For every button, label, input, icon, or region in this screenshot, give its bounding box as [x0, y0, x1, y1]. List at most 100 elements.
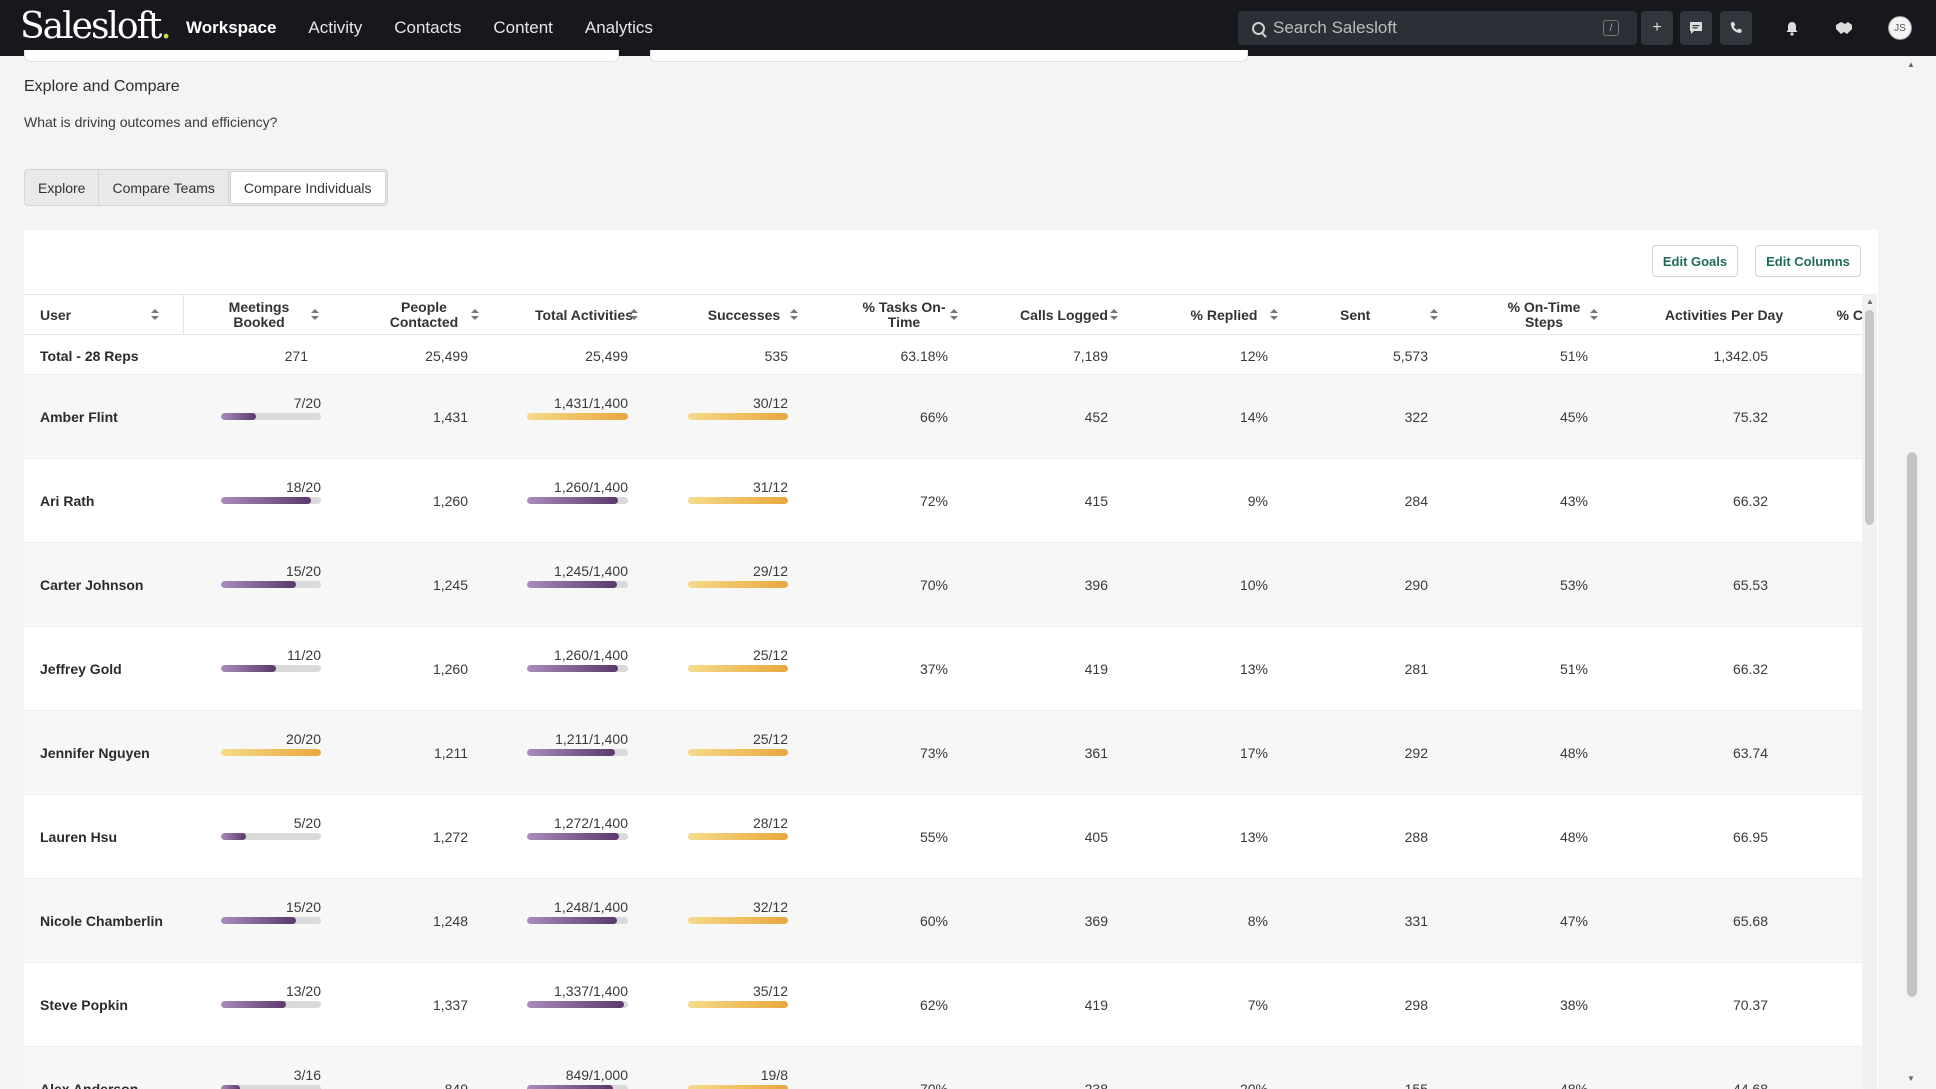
goal-progress-bar — [527, 833, 628, 840]
table-cell: 35/12 — [752, 983, 788, 999]
column-header[interactable]: Activities Per Day — [1624, 295, 1824, 335]
table-cell: 19/8 — [760, 1067, 788, 1083]
table-cell: 51% — [1559, 661, 1588, 677]
column-header[interactable]: Sent — [1304, 295, 1464, 335]
table-cell: 31/12 — [752, 479, 788, 495]
column-header[interactable]: % C — [1824, 295, 1863, 335]
sort-icon[interactable] — [1430, 309, 1438, 321]
goal-progress-bar — [688, 1085, 788, 1089]
user-name[interactable]: Ari Rath — [40, 493, 94, 509]
sort-icon[interactable] — [1270, 309, 1278, 321]
page-scrollbar-thumb[interactable] — [1907, 452, 1917, 997]
page-scroll-up-icon[interactable]: ▲ — [1907, 60, 1915, 69]
table-row[interactable]: Steve Popkin 13/20 1,337 1,337/1,400 35/12 62… — [24, 963, 1863, 1047]
column-header-label: Successes — [707, 306, 781, 323]
table-cell: 51% — [1559, 348, 1588, 364]
table-cell: 849/1,000 — [565, 1067, 628, 1083]
table-cell: 12% — [1239, 348, 1268, 364]
column-header[interactable]: People Contacted — [344, 295, 504, 335]
search-shortcut-hint: / — [1603, 20, 1619, 36]
table-cell: 10% — [1239, 577, 1268, 593]
user-name[interactable]: Amber Flint — [40, 409, 118, 425]
table-cell: 48% — [1559, 829, 1588, 845]
edit-columns-button[interactable]: Edit Columns — [1755, 245, 1861, 277]
goal-progress-bar — [527, 497, 628, 504]
user-name[interactable]: Steve Popkin — [40, 997, 128, 1013]
nav-tab-contacts[interactable]: Contacts — [378, 0, 477, 56]
column-header-label: % Tasks On-Time — [862, 299, 946, 330]
nav-tab-workspace[interactable]: Workspace — [170, 0, 293, 56]
goal-progress-fill — [688, 497, 788, 504]
sort-icon[interactable] — [151, 309, 159, 321]
goal-progress-fill — [527, 665, 618, 672]
column-header[interactable]: Successes — [664, 295, 824, 335]
salesloft-logo[interactable]: Salesloft. — [20, 6, 172, 47]
table-cell: 25,499 — [425, 348, 468, 364]
total-label: Total - 28 Reps — [40, 348, 139, 364]
user-name[interactable]: Jeffrey Gold — [40, 661, 122, 677]
table-row[interactable]: Carter Johnson 15/20 1,245 1,245/1,400 29/12… — [24, 543, 1863, 627]
nav-tab-activity[interactable]: Activity — [292, 0, 378, 56]
column-header-label: Sent — [1340, 306, 1371, 323]
sort-icon[interactable] — [790, 309, 798, 321]
sort-icon[interactable] — [950, 309, 958, 321]
table-cell: 1,260 — [432, 493, 468, 509]
table-row[interactable]: Ari Rath 18/20 1,260 1,260/1,400 31/12 72% 415… — [24, 459, 1863, 543]
goal-progress-bar — [688, 665, 788, 672]
scroll-up-icon[interactable]: ▲ — [1866, 297, 1874, 306]
goal-progress-bar — [221, 1001, 321, 1008]
table-row[interactable]: Alex Anderson 3/16 849 849/1,000 19/8 70% 238 2… — [24, 1047, 1863, 1089]
goal-progress-bar — [221, 413, 321, 420]
page-scroll-down-icon[interactable]: ▼ — [1907, 1074, 1915, 1083]
table-cell: 66% — [919, 409, 948, 425]
table-row[interactable]: Amber Flint 7/20 1,431 1,431/1,400 30/12 66% 4… — [24, 375, 1863, 459]
table-cell: 75.32 — [1732, 409, 1768, 425]
column-header[interactable]: % On-Time Steps — [1464, 295, 1624, 335]
plus-icon[interactable]: + — [1641, 11, 1673, 45]
goal-progress-bar — [527, 413, 628, 420]
table-cell: 419 — [1084, 661, 1108, 677]
sort-icon[interactable] — [630, 309, 638, 321]
column-header[interactable]: Total Activities — [504, 295, 664, 335]
table-cell: 66.32 — [1732, 661, 1768, 677]
table-scrollbar-thumb[interactable] — [1865, 310, 1874, 525]
segment-compare-individuals[interactable]: Compare Individuals — [229, 171, 386, 204]
goal-progress-fill — [688, 581, 788, 588]
goal-progress-fill — [221, 581, 296, 588]
table-row[interactable]: Lauren Hsu 5/20 1,272 1,272/1,400 28/12 55% 40… — [24, 795, 1863, 879]
table-cell: 1,248/1,400 — [554, 899, 628, 915]
user-name[interactable]: Lauren Hsu — [40, 829, 117, 845]
column-header[interactable]: Calls Logged — [984, 295, 1144, 335]
table-row[interactable]: Nicole Chamberlin 15/20 1,248 1,248/1,400 32… — [24, 879, 1863, 963]
column-header[interactable]: % Tasks On-Time — [824, 295, 984, 335]
table-cell: 1,245/1,400 — [554, 563, 628, 579]
user-name[interactable]: Nicole Chamberlin — [40, 913, 163, 929]
bell-icon[interactable] — [1780, 16, 1804, 40]
sort-icon[interactable] — [1590, 309, 1598, 321]
search-input[interactable]: Search Salesloft / — [1238, 11, 1637, 45]
user-name[interactable]: Carter Johnson — [40, 577, 143, 593]
search-icon — [1252, 21, 1265, 35]
nav-tab-content[interactable]: Content — [477, 0, 569, 56]
goal-progress-bar — [527, 665, 628, 672]
user-name[interactable]: Jennifer Nguyen — [40, 745, 150, 761]
sort-icon[interactable] — [1110, 309, 1118, 321]
goal-progress-bar — [221, 581, 321, 588]
user-name[interactable]: Alex Anderson — [40, 1081, 138, 1089]
edit-goals-button[interactable]: Edit Goals — [1652, 245, 1738, 277]
column-header[interactable]: % Replied — [1144, 295, 1304, 335]
table-row[interactable]: Jeffrey Gold 11/20 1,260 1,260/1,400 25/12 37… — [24, 627, 1863, 711]
table-cell: 18/20 — [285, 479, 321, 495]
sort-icon[interactable] — [311, 309, 319, 321]
table-cell: 65.53 — [1732, 577, 1768, 593]
segment-compare-teams[interactable]: Compare Teams — [99, 170, 229, 205]
sort-icon[interactable] — [471, 309, 479, 321]
table-cell: 396 — [1084, 577, 1108, 593]
segment-explore[interactable]: Explore — [25, 170, 100, 205]
nav-tab-analytics[interactable]: Analytics — [569, 0, 669, 56]
table-row[interactable]: Jennifer Nguyen 20/20 1,211 1,211/1,400 25/1… — [24, 711, 1863, 795]
chat-icon[interactable] — [1680, 11, 1712, 45]
handshake-icon[interactable] — [1832, 16, 1856, 40]
phone-icon[interactable] — [1720, 11, 1752, 45]
avatar[interactable]: JS — [1888, 16, 1912, 40]
